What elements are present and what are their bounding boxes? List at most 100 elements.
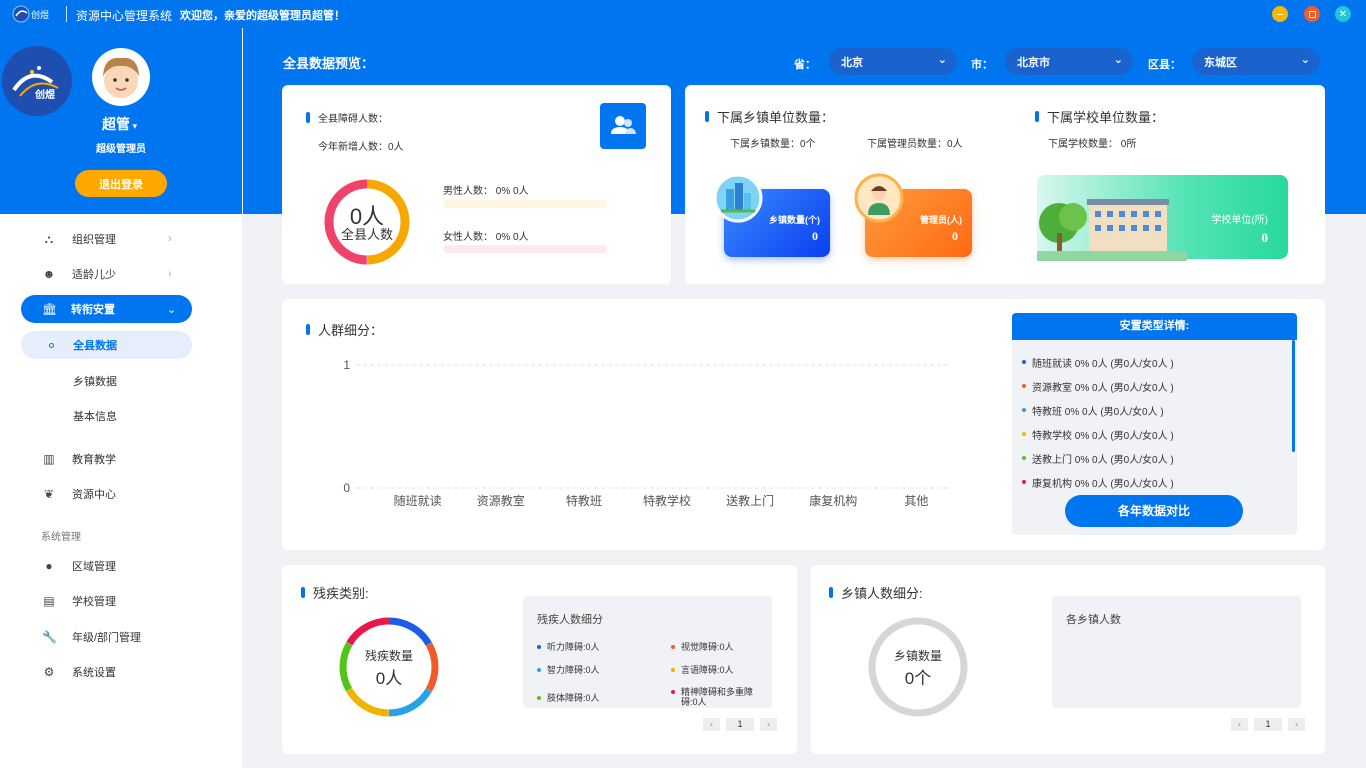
crowd-title: 人群细分： bbox=[306, 320, 383, 339]
male-count: 男性人数： 0% 0人 bbox=[443, 186, 529, 197]
user-role: 超级管理员 bbox=[96, 144, 146, 155]
placement-text: 康复机构 0% 0人 (男0人/女0人 ) bbox=[1032, 478, 1174, 490]
placement-text: 送教上门 0% 0人 (男0人/女0人 ) bbox=[1032, 454, 1174, 466]
wrench-icon: 🔧 bbox=[42, 630, 57, 644]
user-avatar-image bbox=[103, 57, 139, 98]
menu-item-school[interactable]: ▤ 学校管理 bbox=[0, 586, 242, 616]
towns-title: 下属乡镇单位数量： bbox=[705, 107, 834, 126]
logout-button[interactable]: 退出登录 bbox=[75, 170, 167, 197]
district-select[interactable]: 东城区 ⌄ bbox=[1192, 48, 1320, 75]
disability-legend-item: 听力障碍:0人 bbox=[537, 642, 647, 652]
maximize-button[interactable] bbox=[1304, 6, 1320, 22]
menu-item-region[interactable]: ● 区域管理 bbox=[0, 551, 242, 581]
legend-dot bbox=[1022, 360, 1026, 364]
chevron-right-icon: › bbox=[168, 233, 172, 245]
disability-item-text: 听力障碍:0人 bbox=[547, 642, 600, 652]
org-chart-icon: ⛬ bbox=[44, 232, 54, 246]
menu-label: 全县数据 bbox=[73, 340, 117, 352]
prev-page-button[interactable]: ‹ bbox=[703, 718, 720, 731]
admin-stat-value: 0 bbox=[952, 229, 958, 243]
schools-title-text: 下属学校单位数量： bbox=[1047, 110, 1165, 125]
menu-label: 系统设置 bbox=[72, 667, 116, 679]
disability-panel-title: 残疾人数细分 bbox=[537, 614, 603, 626]
disability-item-text: 肢体障碍:0人 bbox=[547, 693, 600, 703]
menu-label: 教育教学 bbox=[72, 454, 116, 466]
crowd-bar-chart: 1 0 随班就读 资源教室 特教班 特教学校 送教上门 康复机构 其他 bbox=[343, 358, 948, 508]
next-page-button[interactable]: › bbox=[760, 718, 777, 731]
school-stat-card[interactable]: 学校单位(所) 0 bbox=[1037, 175, 1288, 261]
scrollbar[interactable] bbox=[1292, 340, 1295, 452]
page-number[interactable]: 1 bbox=[726, 718, 754, 731]
users-icon bbox=[600, 103, 646, 149]
placement-text: 随班就读 0% 0人 (男0人/女0人 ) bbox=[1032, 358, 1174, 370]
prev-page-button[interactable]: ‹ bbox=[1231, 718, 1248, 731]
disability-legend-item: 言语障碍:0人 bbox=[671, 665, 781, 675]
page-number[interactable]: 1 bbox=[1254, 718, 1282, 731]
admin-person-icon bbox=[854, 173, 904, 223]
township-card: 乡镇人数细分: 乡镇数量 0个 各乡镇人数 ‹ 1 › bbox=[811, 565, 1325, 754]
disability-title: 残疾类别: bbox=[301, 583, 369, 602]
submenu-item-town-data[interactable]: 乡镇数据 bbox=[0, 366, 242, 396]
overview-title: 全县障碍人数： bbox=[306, 110, 388, 125]
x-tick-label: 其他 bbox=[904, 494, 928, 508]
female-progress-bar bbox=[443, 245, 607, 253]
x-tick-label: 随班就读 bbox=[394, 493, 442, 508]
profile-panel: 创煜 超管 ▾ 超级管理员 退出登录 bbox=[0, 28, 242, 214]
x-tick-label: 康复机构 bbox=[809, 493, 857, 508]
menu-item-grade[interactable]: 🔧 年级/部门管理 bbox=[0, 622, 242, 652]
y-tick-label: 0 bbox=[343, 481, 350, 495]
bullet-icon bbox=[49, 342, 54, 348]
new-count: 今年新增人数：0人 bbox=[318, 142, 404, 153]
disability-legend-item: 智力障碍:0人 bbox=[537, 665, 647, 675]
province-select[interactable]: 北京 ⌄ bbox=[829, 48, 957, 75]
restore-icon bbox=[1308, 10, 1316, 18]
school-stat-value: 0 bbox=[1261, 230, 1269, 245]
menu-item-transition[interactable]: 🏛 转衔安置 ⌄ bbox=[21, 295, 192, 323]
submenu-item-county-data[interactable]: 全县数据 bbox=[21, 331, 192, 359]
city-select[interactable]: 北京市 ⌄ bbox=[1005, 48, 1133, 75]
legend-dot bbox=[1022, 456, 1026, 460]
township-ring-caption: 乡镇数量 bbox=[893, 649, 942, 663]
close-button[interactable]: ✕ bbox=[1335, 6, 1351, 22]
menu-label: 资源中心 bbox=[72, 489, 116, 501]
chevron-down-icon: ⌄ bbox=[1113, 54, 1123, 66]
minimize-button[interactable]: – bbox=[1272, 6, 1288, 22]
menu-label: 乡镇数据 bbox=[73, 376, 117, 388]
legend-dot bbox=[1022, 432, 1026, 436]
brand-logo: 创煜 bbox=[12, 5, 49, 23]
menu-item-children[interactable]: ☻ 适龄儿少 › bbox=[0, 259, 242, 289]
disability-legend-item: 肢体障碍:0人 bbox=[537, 693, 647, 703]
menu-label: 适龄儿少 bbox=[72, 269, 116, 281]
disability-card: 残疾类别: 残疾数量 0人 残疾人数细分 听力障碍:0人 视觉障碍:0人 智力障碍:… bbox=[282, 565, 797, 754]
township-title: 乡镇人数细分: bbox=[829, 583, 923, 602]
menu-item-org[interactable]: ⛬ 组织管理 › bbox=[0, 224, 242, 254]
disability-ring-caption: 残疾数量 bbox=[364, 649, 413, 663]
user-name-dropdown[interactable]: 超管 ▾ bbox=[102, 114, 137, 134]
legend-dot bbox=[1022, 384, 1026, 388]
township-title-text: 乡镇人数细分: bbox=[841, 586, 923, 601]
avatar[interactable] bbox=[92, 48, 150, 106]
school-count: 下属学校数量： 0所 bbox=[1048, 139, 1137, 150]
disability-title-text: 残疾类别: bbox=[313, 586, 369, 601]
province-label: 省： bbox=[794, 59, 816, 71]
submenu-item-basic-info[interactable]: 基本信息 bbox=[0, 401, 242, 431]
town-count: 下属乡镇数量：0个 bbox=[730, 139, 816, 150]
township-panel-title: 各乡镇人数 bbox=[1066, 614, 1121, 626]
province-value: 北京 bbox=[841, 56, 863, 69]
placement-title: 安置类型详情: bbox=[1012, 313, 1297, 340]
menu-item-settings[interactable]: ⚙ 系统设置 bbox=[0, 657, 242, 687]
menu-item-resource[interactable]: ❦ 资源中心 bbox=[0, 479, 242, 509]
sidebar: 创煜 超管 ▾ 超级管理员 退出登录 ⛬ 组织管理 › ☻ 适龄儿少 › 🏛 转… bbox=[0, 28, 242, 768]
next-page-button[interactable]: › bbox=[1288, 718, 1305, 731]
menu-label: 基本信息 bbox=[73, 411, 117, 423]
chevron-right-icon: › bbox=[168, 268, 172, 280]
yearly-compare-button[interactable]: 各年数据对比 bbox=[1065, 495, 1243, 527]
logo-graphic: 创煜 bbox=[12, 66, 59, 101]
menu-item-teaching[interactable]: ▥ 教育教学 bbox=[0, 444, 242, 474]
female-count: 女性人数： 0% 0人 bbox=[443, 232, 529, 243]
books-icon: ▥ bbox=[43, 452, 55, 466]
legend-dot bbox=[671, 645, 675, 649]
township-pager: ‹ 1 › bbox=[1231, 718, 1305, 731]
legend-dot bbox=[537, 645, 541, 649]
district-value: 东城区 bbox=[1204, 56, 1237, 69]
